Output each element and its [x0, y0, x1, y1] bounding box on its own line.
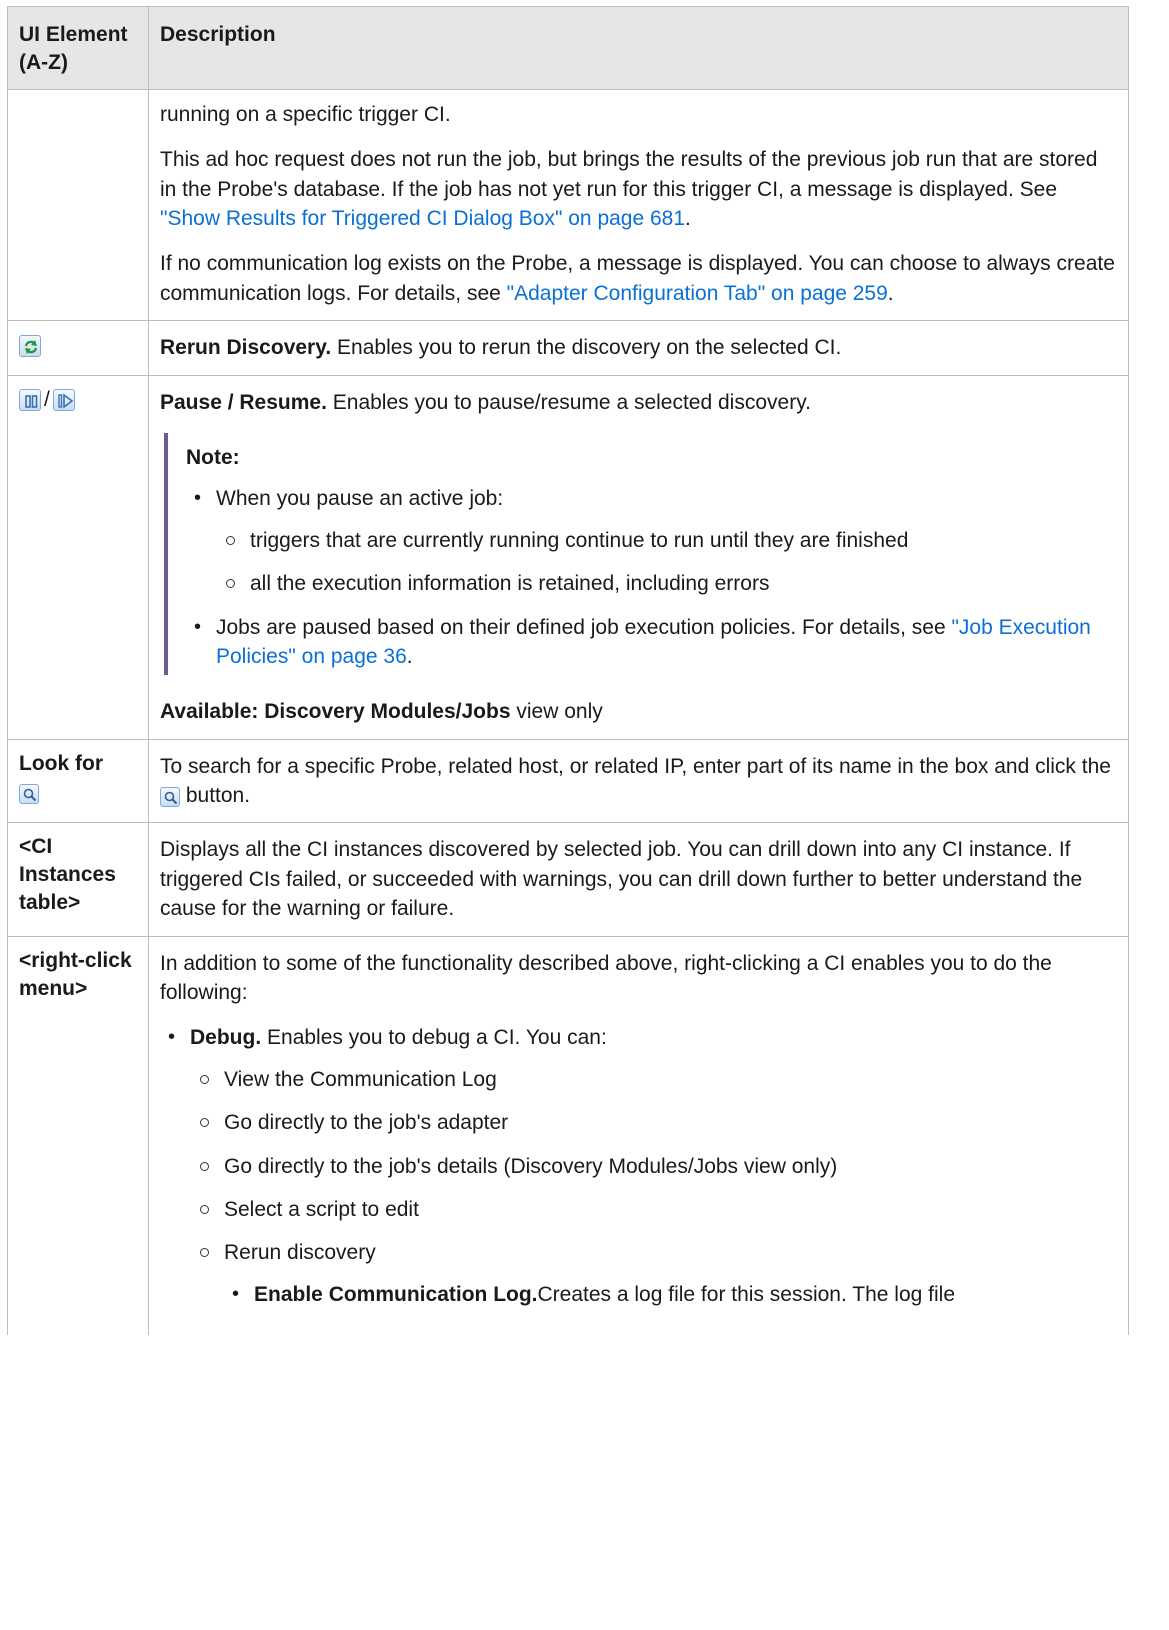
description-cell: Rerun Discovery. Enables you to rerun th…: [148, 320, 1129, 376]
list-item: triggers that are currently running cont…: [216, 526, 1117, 555]
header-description: Description: [148, 6, 1129, 90]
show-results-link[interactable]: "Show Results for Triggered CI Dialog Bo…: [160, 207, 685, 230]
table-row: <CI Instances table> Displays all the CI…: [7, 822, 1129, 937]
description-cell: Displays all the CI instances discovered…: [148, 822, 1129, 937]
table-row: <right-click menu> In addition to some o…: [7, 935, 1129, 1336]
list-item: Debug. Enables you to debug a CI. You ca…: [160, 1023, 1117, 1309]
list-item: Jobs are paused based on their defined j…: [186, 613, 1117, 672]
element-label: Look for: [19, 751, 103, 775]
communication-log-paragraph: If no communication log exists on the Pr…: [160, 252, 1115, 305]
continuation-text: running on a specific trigger CI.: [160, 102, 451, 126]
resume-icon: [52, 389, 75, 412]
table-header-row: UI Element (A-Z) Description: [7, 6, 1129, 90]
availability-text: Available: Discovery Modules/Jobs view o…: [160, 700, 603, 724]
list-item: Select a script to edit: [190, 1195, 1117, 1224]
ui-elements-table: UI Element (A-Z) Description running on …: [7, 6, 1129, 1336]
list-item: View the Communication Log: [190, 1065, 1117, 1094]
element-cell: [7, 320, 149, 376]
element-cell: <CI Instances table>: [7, 822, 149, 937]
list-item: Go directly to the job's details (Discov…: [190, 1152, 1117, 1181]
table-row: Rerun Discovery. Enables you to rerun th…: [7, 320, 1129, 376]
pause-icon: [19, 389, 41, 412]
header-ui-element: UI Element (A-Z): [7, 6, 149, 90]
description-cell: running on a specific trigger CI. This a…: [148, 88, 1129, 322]
table-row: running on a specific trigger CI. This a…: [7, 88, 1129, 322]
description-cell: Pause / Resume. Enables you to pause/res…: [148, 374, 1129, 740]
rerun-title: Rerun Discovery.: [160, 336, 332, 360]
list-item: Enable Communication Log.Creates a log f…: [224, 1280, 1117, 1309]
description-cell: To search for a specific Probe, related …: [148, 738, 1129, 824]
list-item: Go directly to the job's adapter: [190, 1108, 1117, 1137]
pause-resume-paragraph: Pause / Resume. Enables you to pause/res…: [160, 390, 811, 414]
note-box: Note: When you pause an active job: trig…: [164, 432, 1117, 676]
search-icon: [160, 786, 180, 807]
adapter-configuration-link[interactable]: "Adapter Configuration Tab" on page 259: [507, 282, 888, 305]
table-row: / Pause / Resume. Enables you to pause/r…: [7, 374, 1129, 740]
table-row: Look for To search for a specific Probe,…: [7, 738, 1129, 824]
list-item: all the execution information is retaine…: [216, 569, 1117, 598]
list-item: When you pause an active job: triggers t…: [186, 484, 1117, 598]
rerun-discovery-icon: [19, 334, 41, 357]
description-cell: In addition to some of the functionality…: [148, 935, 1129, 1336]
search-icon: [19, 783, 39, 804]
right-click-intro: In addition to some of the functionality…: [160, 951, 1052, 1005]
element-cell: /: [7, 374, 149, 740]
list-item: Rerun discovery Enable Communication Log…: [190, 1238, 1117, 1309]
element-cell-empty: [7, 88, 149, 322]
ad-hoc-paragraph: This ad hoc request does not run the job…: [160, 148, 1098, 231]
element-cell: <right-click menu>: [7, 935, 149, 1336]
element-cell: Look for: [7, 738, 149, 824]
rerun-text: Enables you to rerun the discovery on th…: [337, 336, 842, 360]
note-label: Note:: [186, 445, 240, 469]
